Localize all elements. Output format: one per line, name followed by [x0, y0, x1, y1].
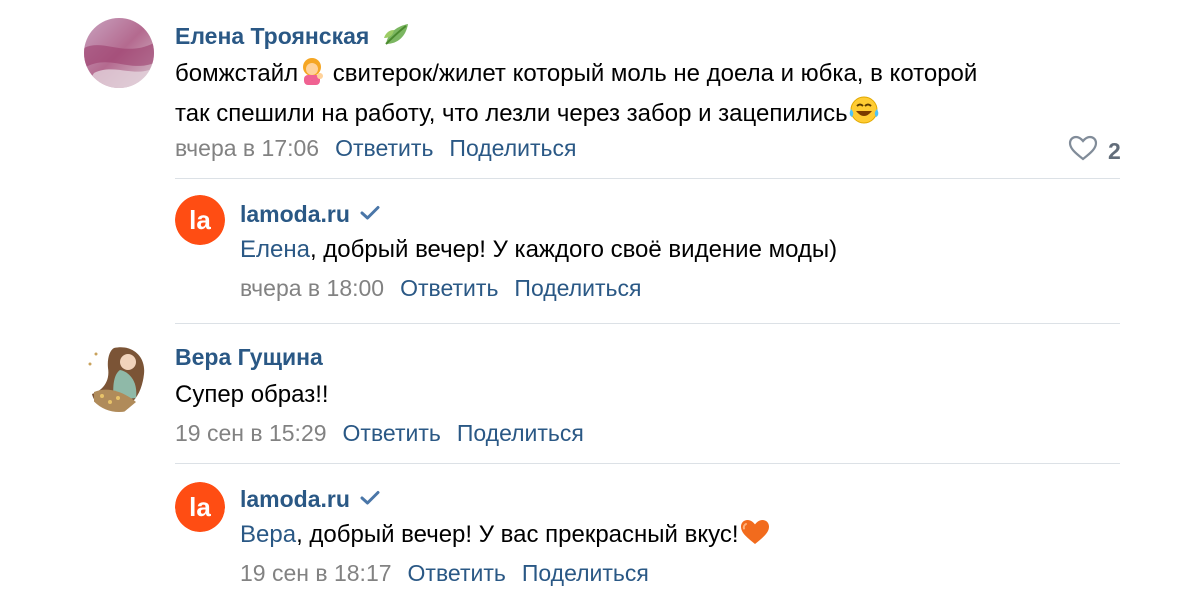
leaf-icon [382, 22, 410, 54]
reply-time[interactable]: вчера в 18:00 [240, 275, 384, 302]
like-button[interactable]: 2 [1068, 135, 1121, 167]
reply-text: Елена, добрый вечер! У каждого своё виде… [240, 236, 838, 263]
verified-check-icon [360, 485, 380, 512]
reply-button[interactable]: Ответить [400, 275, 498, 302]
avatar[interactable] [84, 342, 154, 412]
comment-time[interactable]: 19 сен в 15:29 [175, 420, 327, 447]
heart-icon [1068, 135, 1098, 167]
divider [175, 178, 1120, 179]
comment-text: бомжстайл свитерок/жилет который моль не… [175, 56, 1135, 135]
like-count: 2 [1108, 137, 1121, 164]
comment-meta: 19 сен в 15:29 Ответить Поделиться [175, 420, 584, 447]
reply-meta: вчера в 18:00 Ответить Поделиться [240, 275, 641, 302]
reply-button[interactable]: Ответить [408, 560, 506, 587]
reply-mention[interactable]: Вера [240, 521, 296, 548]
orange-heart-icon [739, 518, 771, 556]
avatar[interactable] [84, 18, 154, 88]
comment-time[interactable]: вчера в 17:06 [175, 135, 319, 162]
comment-author[interactable]: Вера Гущина [175, 344, 323, 371]
comment-author[interactable]: Елена Троянская [175, 22, 410, 54]
reply-mention[interactable]: Елена [240, 236, 310, 263]
lamoda-avatar[interactable]: la [175, 195, 225, 245]
comment-text: Супер образ!! [175, 381, 329, 408]
share-button[interactable]: Поделиться [522, 560, 649, 587]
reply-time[interactable]: 19 сен в 18:17 [240, 560, 392, 587]
lamoda-logo: la [175, 195, 225, 245]
reply-button[interactable]: Ответить [343, 420, 441, 447]
divider [175, 463, 1120, 464]
reply-meta: 19 сен в 18:17 Ответить Поделиться [240, 560, 649, 587]
divider [175, 323, 1120, 324]
reply-author[interactable]: lamoda.ru [240, 200, 380, 228]
share-button[interactable]: Поделиться [457, 420, 584, 447]
share-button[interactable]: Поделиться [514, 275, 641, 302]
lamoda-avatar[interactable]: la [175, 482, 225, 532]
share-button[interactable]: Поделиться [449, 135, 576, 162]
woman-tipping-hand-icon [298, 57, 326, 95]
reply-button[interactable]: Ответить [335, 135, 433, 162]
comment-meta: вчера в 17:06 Ответить Поделиться [175, 135, 576, 162]
verified-check-icon [360, 200, 380, 227]
tears-of-joy-icon [848, 95, 880, 135]
reply-author[interactable]: lamoda.ru [240, 485, 380, 513]
reply-text: Вера, добрый вечер! У вас прекрасный вку… [240, 517, 771, 556]
lamoda-logo: la [175, 482, 225, 532]
